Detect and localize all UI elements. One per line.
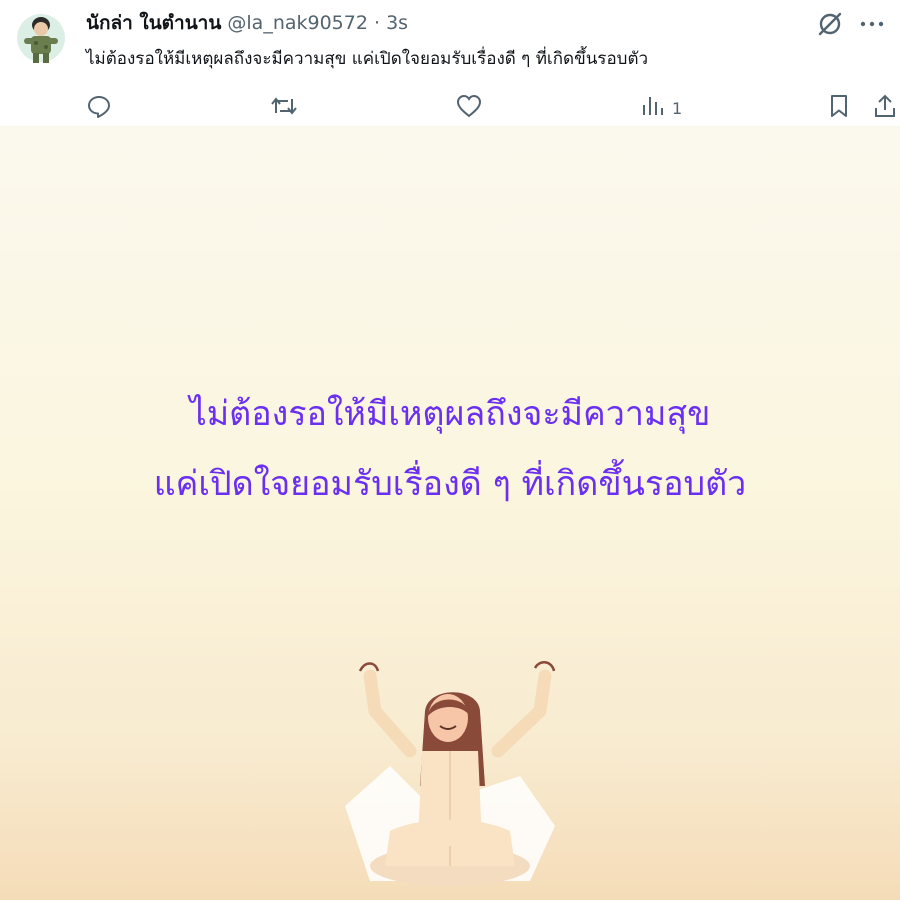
author-line: นักล่า ในตำนาน @la_nak90572 · 3s <box>86 10 408 36</box>
post-image[interactable]: ไม่ต้องรอให้มีเหตุผลถึงจะมีความสุข แค่เป… <box>0 126 900 900</box>
repost-icon <box>270 93 298 123</box>
post-text: ไม่ต้องรอให้มีเหตุผลถึงจะมีความสุข แค่เป… <box>86 49 649 69</box>
post-time[interactable]: 3s <box>386 12 408 34</box>
grok-icon[interactable] <box>816 10 844 38</box>
like-icon <box>455 93 483 123</box>
action-bar: 1 <box>0 92 900 126</box>
post-top-icons <box>816 10 886 38</box>
more-icon[interactable] <box>858 10 886 38</box>
share-icon <box>872 93 898 123</box>
reply-icon <box>86 93 112 123</box>
views-icon <box>640 93 666 123</box>
post-header: นักล่า ในตำนาน @la_nak90572 · 3s ไม่ต้อง… <box>0 0 900 125</box>
avatar[interactable] <box>16 11 66 65</box>
quote-line-1: ไม่ต้องรอให้มีเหตุผลถึงจะมีความสุข <box>189 394 711 434</box>
repost-button[interactable] <box>270 92 298 124</box>
stretching-woman-illustration <box>330 656 570 896</box>
reply-button[interactable] <box>86 92 112 124</box>
display-name[interactable]: นักล่า ในตำนาน <box>86 12 221 34</box>
views-count: 1 <box>672 98 683 118</box>
bookmark-button[interactable] <box>826 92 852 124</box>
separator-dot: · <box>374 12 381 34</box>
share-button[interactable] <box>872 92 898 124</box>
views-button[interactable]: 1 <box>640 92 682 124</box>
like-button[interactable] <box>455 92 483 124</box>
bookmark-icon <box>826 93 852 123</box>
quote-line-2: แค่เปิดใจยอมรับเรื่องดี ๆ ที่เกิดขึ้นรอบ… <box>153 464 747 504</box>
user-handle[interactable]: @la_nak90572 <box>227 12 368 34</box>
